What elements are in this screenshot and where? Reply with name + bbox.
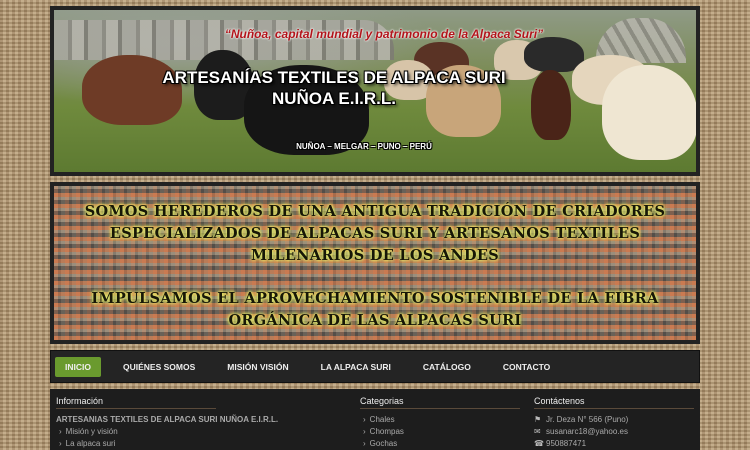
nav-item-catalogo[interactable]: CATÁLOGO xyxy=(408,357,486,377)
footer-address: ⚑ Jr. Deza N° 566 (Puno) xyxy=(534,414,694,426)
heritage-statement: SOMOS HEREDEROS DE UNA ANTIGUA TRADICIÓN… xyxy=(84,203,666,264)
footer-company-name: ARTESANIAS TEXTILES DE ALPACA SURI NUÑOA… xyxy=(56,415,279,424)
nav-item-mision-vision[interactable]: MISIÓN VISIÓN xyxy=(212,357,303,377)
header-banner: “Nuñoa, capital mundial y patrimonio de … xyxy=(50,6,700,176)
envelope-icon: ✉ xyxy=(534,427,541,436)
footer-categories-heading: Categorias xyxy=(360,396,520,409)
footer-categories-column: Categorias Chales Chompas Gochas xyxy=(360,396,520,450)
footer-email-text[interactable]: susanarc18@yahoo.es xyxy=(546,427,628,436)
banner-location: NUÑOA – MELGAR – PUNO – PERÚ xyxy=(296,142,432,151)
banner-title-line2: NUÑOA E.I.R.L. xyxy=(271,89,397,108)
nav-item-inicio[interactable]: INICIO xyxy=(55,356,101,377)
phone-icon: ☎ xyxy=(534,439,544,448)
footer-info-heading: Información xyxy=(56,396,216,409)
alpaca-white xyxy=(602,65,696,160)
footer-contact-column: Contáctenos ⚑ Jr. Deza N° 566 (Puno) ✉ sus… xyxy=(534,396,694,450)
banner-title: ARTESANÍAS TEXTILES DE ALPACA SURI NUÑOA… xyxy=(114,67,554,109)
footer-contact-heading: Contáctenos xyxy=(534,396,694,409)
footer-category-gochas[interactable]: Gochas xyxy=(360,438,520,450)
footer-address-text: Jr. Deza N° 566 (Puno) xyxy=(546,415,629,424)
sustainability-statement: IMPULSAMOS EL APROVECHAMIENTO SOSTENIBLE… xyxy=(91,290,659,329)
map-marker-icon: ⚑ xyxy=(534,415,542,424)
footer-category-chompas[interactable]: Chompas xyxy=(360,426,520,438)
main-navigation: INICIO QUIÉNES SOMOS MISIÓN VISIÓN LA AL… xyxy=(50,350,700,383)
footer-category-chales[interactable]: Chales xyxy=(360,414,520,426)
banner-photo-alpacas: “Nuñoa, capital mundial y patrimonio de … xyxy=(54,10,696,172)
footer-info-column: Información ARTESANIAS TEXTILES DE ALPAC… xyxy=(56,396,278,450)
banner-title-line1: ARTESANÍAS TEXTILES DE ALPACA SURI xyxy=(162,68,506,87)
nav-item-la-alpaca-suri[interactable]: LA ALPACA SURI xyxy=(306,357,406,377)
footer: Información ARTESANIAS TEXTILES DE ALPAC… xyxy=(50,389,700,450)
textile-panel: SOMOS HEREDEROS DE UNA ANTIGUA TRADICIÓN… xyxy=(50,182,700,344)
banner-slogan: “Nuñoa, capital mundial y patrimonio de … xyxy=(224,27,544,41)
footer-link-mision-vision[interactable]: Misión y visión xyxy=(56,426,278,438)
footer-phone-text: 950887471 xyxy=(546,439,587,448)
nav-item-quienes-somos[interactable]: QUIÉNES SOMOS xyxy=(108,357,210,377)
footer-link-la-alpaca-suri[interactable]: La alpaca suri xyxy=(56,438,278,450)
footer-email[interactable]: ✉ susanarc18@yahoo.es xyxy=(534,426,694,438)
footer-phone: ☎ 950887471 xyxy=(534,438,694,450)
nav-item-contacto[interactable]: CONTACTO xyxy=(488,357,565,377)
